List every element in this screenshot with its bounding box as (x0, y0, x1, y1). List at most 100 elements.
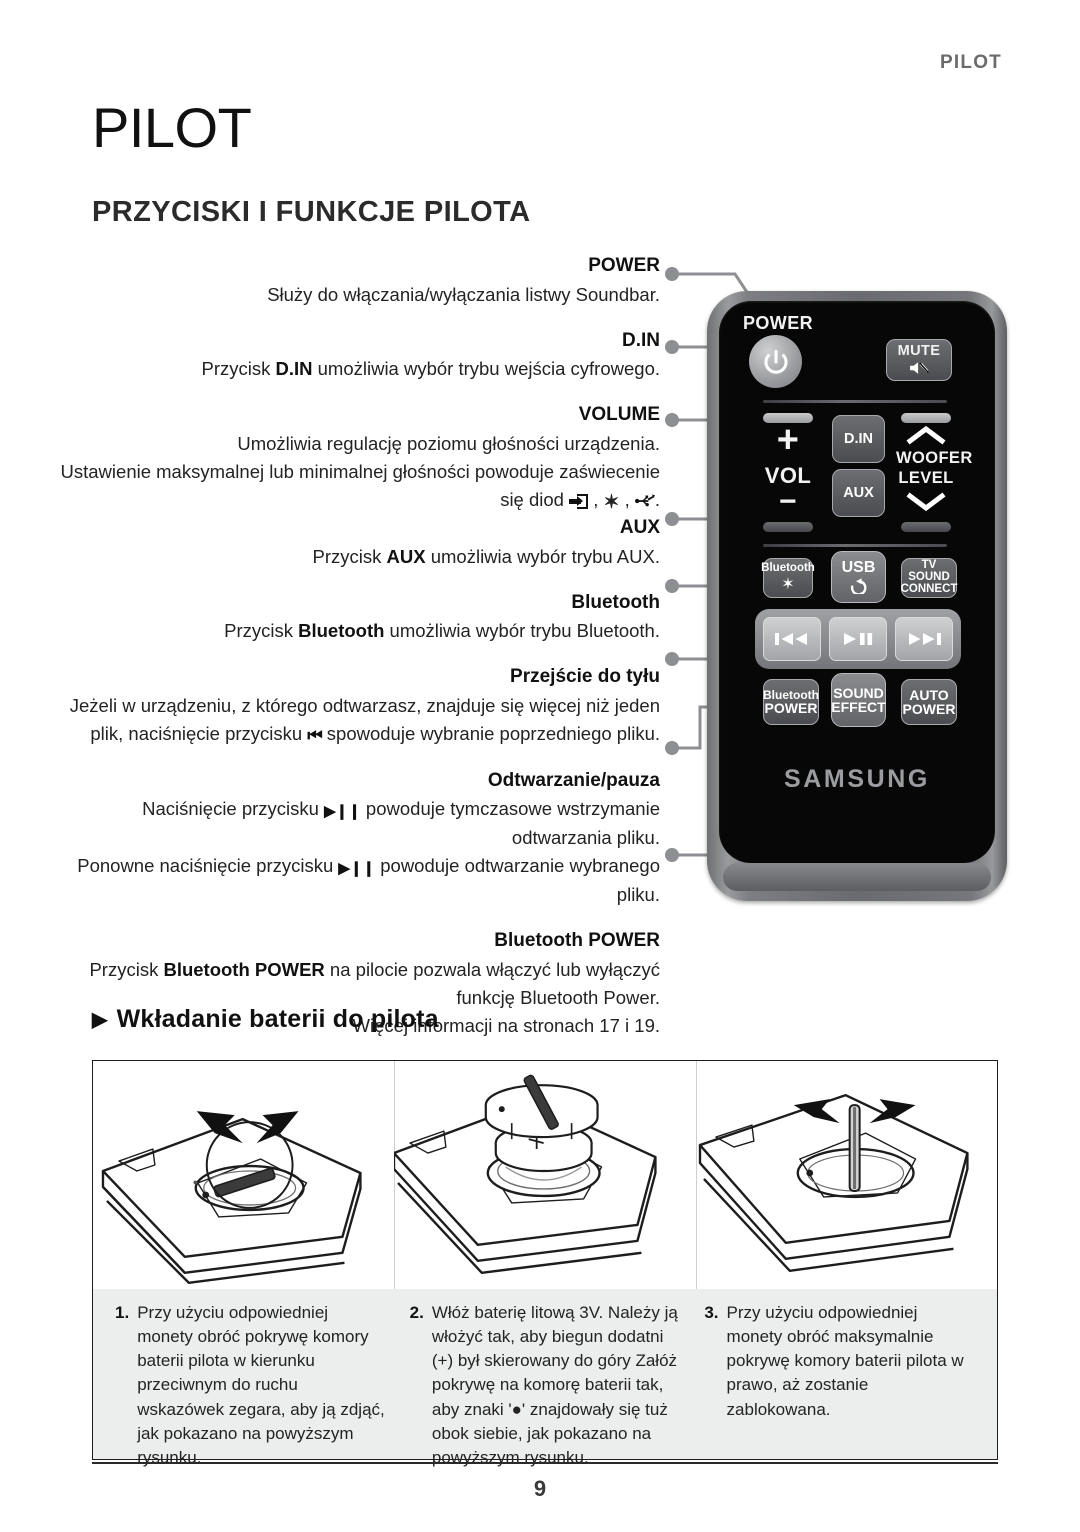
divider-top (763, 400, 947, 403)
callout-text-volume-line2: Ustawienie maksymalnej lub minimalnej gł… (60, 460, 660, 482)
woofer-up-pill[interactable] (901, 413, 951, 423)
callout-text-volume-line3: się diod , ✶ , . (60, 486, 660, 514)
mute-icon (910, 362, 929, 374)
prev-track-button[interactable] (763, 617, 821, 661)
power-icon (763, 349, 788, 374)
next-track-button[interactable] (895, 617, 953, 661)
callout-text-din: Przycisk D.IN umożliwia wybór trybu wejś… (60, 355, 660, 383)
callout-text-btpower-line1: Przycisk Bluetooth POWER na pilocie pozw… (60, 956, 660, 984)
heading-arrow-icon: ▶ (92, 1008, 108, 1031)
vol-sep-2: , (619, 488, 635, 510)
battery-figure-3 (696, 1061, 997, 1289)
battery-figures: ● (93, 1061, 997, 1289)
sound-effect-label-line2: EFFECT (831, 699, 886, 715)
aux-post: umożliwia wybór trybu AUX. (425, 545, 660, 567)
woofer-label-line2: LEVEL (898, 469, 954, 487)
woofer-label-line1: WOOFER (896, 449, 973, 467)
step-2-text: Włóż baterię litową 3V. Należy ją włożyć… (431, 1303, 678, 1467)
callout-label-aux: AUX (619, 517, 660, 539)
callout-label-prev-track: Przejście do tyłu (510, 666, 660, 688)
play-line2-pre: Ponowne naciśnięcie przycisku (77, 855, 339, 877)
section-title: PRZYCISKI I FUNKCJE PILOTA (92, 196, 531, 228)
callout-text-power: Służy do włączania/wyłączania listwy Sou… (267, 283, 660, 305)
battery-step-3: 3. Przy użyciu odpowiedniej monety obróć… (692, 1301, 987, 1449)
prev-track-glyph: ⏮ (307, 725, 322, 745)
bt-pre: Przycisk (224, 620, 299, 642)
figure-insert-battery-illustration (393, 1074, 657, 1274)
bt-post: umożliwia wybór trybu Bluetooth. (384, 620, 660, 642)
play-pause-button[interactable] (829, 617, 887, 661)
step-3-text: Przy użyciu odpowiedniej monety obróć ma… (726, 1303, 964, 1419)
mute-label: MUTE (897, 343, 941, 360)
power-button[interactable] (749, 335, 802, 388)
play-line2-post: powoduje odtwarzanie wybranego pliku. (375, 855, 660, 905)
din-post: umożliwia wybór trybu wejścia cyfrowego. (312, 358, 660, 380)
play-line1-pre: Naciśnięcie przycisku (142, 798, 325, 820)
battery-instruction-panel: ● 1. Przy użyciu odpowiedniej monety obr… (92, 1060, 998, 1467)
callout-label-bluetooth: Bluetooth (571, 591, 660, 613)
usb-repeat-icon (850, 578, 866, 594)
tv-sound-label-line1: TV SOUND (908, 559, 950, 584)
callout-label-play-pause: Odtwarzanie/pauza (487, 769, 660, 791)
running-head: PILOT (940, 52, 1002, 73)
bt-bold: Bluetooth (298, 620, 385, 642)
auto-power-label-line1: AUTO (909, 686, 949, 703)
callout-text-play-line1: Naciśnięcie przycisku ▶❙❙ powoduje tymcz… (60, 795, 660, 852)
divider-middle (763, 544, 947, 547)
bluetooth-button[interactable]: Bluetooth ✶ (761, 558, 815, 598)
digital-input-led-icon (569, 493, 589, 509)
woofer-down-pill[interactable] (901, 522, 951, 532)
remote-power-label: POWER (743, 313, 814, 333)
auto-power-label-line2: POWER (902, 701, 956, 717)
volume-plus-label: + (776, 419, 800, 461)
battery-section-heading: ▶ Wkładanie baterii do pilota (92, 1005, 439, 1034)
page-number: 9 (533, 1476, 547, 1501)
figure-lock-cover-illustration (698, 1093, 969, 1272)
usb-led-icon (634, 494, 655, 507)
din-pre: Przycisk (201, 358, 276, 380)
btp-line1-post: na pilocie pozwala włączyć lub wyłączyć (324, 958, 660, 980)
bluetooth-power-button[interactable]: Bluetooth POWER (763, 679, 819, 725)
auto-power-button[interactable]: AUTO POWER (901, 679, 957, 725)
step-1-number: 1. (115, 1303, 130, 1322)
btp-line1-pre: Przycisk (89, 958, 164, 980)
tv-sound-label-line2: CONNECT (900, 582, 958, 595)
aux-button[interactable]: AUX (832, 469, 885, 517)
callout-prev-track: Przejście do tyłu Jeżeli w urządzeniu, z… (60, 663, 660, 748)
prev-line2-pre: plik, naciśnięcie przycisku (90, 722, 308, 744)
din-button[interactable]: D.IN (832, 415, 885, 463)
vol-sep-1: , (588, 488, 604, 510)
callout-play-pause: Odtwarzanie/pauza Naciśnięcie przycisku … (60, 767, 660, 909)
callout-power: POWER Służy do włączania/wyłączania list… (60, 252, 660, 309)
mute-button[interactable]: MUTE (886, 339, 952, 381)
aux-label: AUX (843, 484, 874, 501)
usb-button[interactable]: USB (831, 551, 886, 603)
play-pause-glyph-1: ▶❙❙ (324, 803, 361, 821)
callout-text-prev-line2: plik, naciśnięcie przycisku ⏮ spowoduje … (60, 720, 660, 749)
aux-bold: AUX (386, 545, 426, 567)
samsung-logo: SAMSUNG (784, 765, 930, 793)
callout-text-bluetooth: Przycisk Bluetooth umożliwia wybór trybu… (60, 617, 660, 645)
din-label: D.IN (844, 430, 873, 447)
callout-description-column: POWER Służy do włączania/wyłączania list… (60, 252, 660, 1040)
callout-aux: AUX Przycisk AUX umożliwia wybór trybu A… (60, 514, 660, 571)
footer-rule (92, 1462, 998, 1464)
battery-figure-1: ● (93, 1061, 394, 1289)
volume-down-pill[interactable] (763, 522, 813, 532)
manual-page: PILOT PILOT PRZYCISKI I FUNKCJE PILOTA P… (0, 0, 1080, 1532)
sound-effect-label-line1: SOUND (833, 684, 884, 701)
callout-volume: VOLUME Umożliwia regulację poziomu głośn… (60, 401, 660, 514)
remote-control-illustration: POWER MUTE + VOL − D.IN AUX WOOFER LEVEL… (707, 291, 1007, 901)
figure-remove-cover-illustration: ● (101, 1111, 362, 1284)
chevron-up-icon (906, 425, 946, 445)
step-3-number: 3. (704, 1303, 719, 1322)
svg-text:●: ● (193, 1177, 198, 1187)
chapter-title: PILOT (92, 96, 252, 159)
remote-face: POWER MUTE + VOL − D.IN AUX WOOFER LEVEL… (719, 301, 995, 863)
next-track-icon (909, 633, 941, 645)
remote-chin (723, 863, 991, 891)
tv-sound-connect-button[interactable]: TV SOUND CONNECT (901, 558, 957, 598)
battery-heading-text: Wkładanie baterii do pilota (116, 1005, 439, 1033)
volume-minus-label: − (779, 485, 797, 518)
sound-effect-button[interactable]: SOUND EFFECT (831, 673, 886, 727)
